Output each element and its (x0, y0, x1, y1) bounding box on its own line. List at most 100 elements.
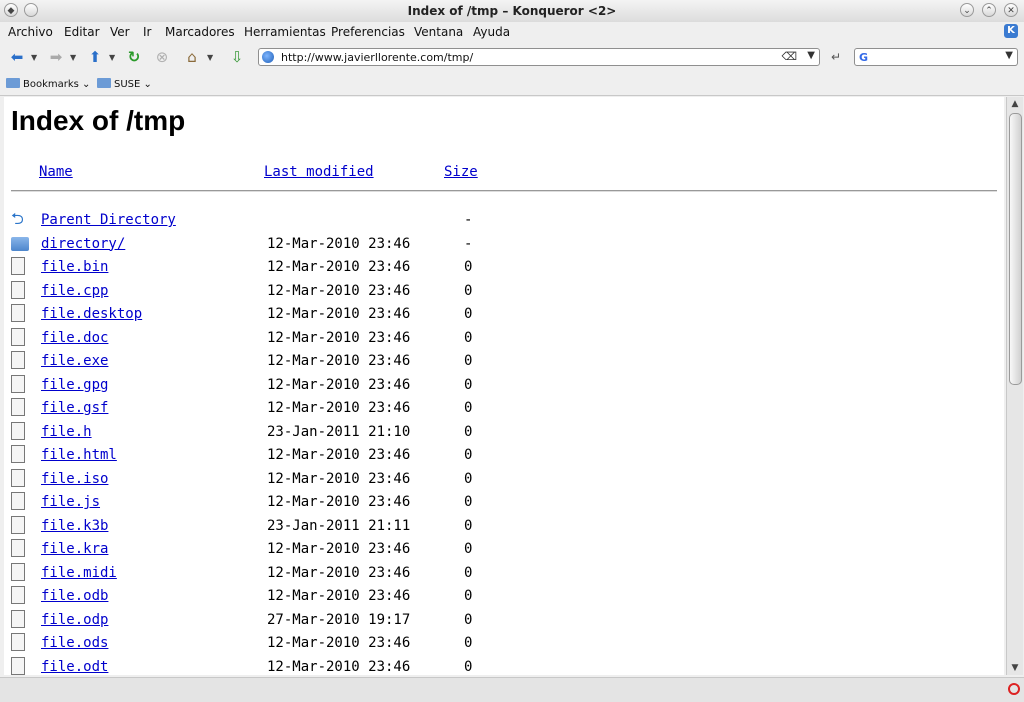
file-size: 0 (464, 423, 473, 440)
k3b-file-icon (11, 515, 29, 535)
scrollbar-thumb[interactable] (1009, 113, 1022, 385)
download-icon[interactable]: ⇩ (226, 48, 248, 66)
menu-editar[interactable]: Editar (64, 25, 100, 39)
web-search-box[interactable]: G ▼ (854, 48, 1018, 66)
file-link[interactable]: Parent Directory (41, 212, 176, 228)
file-size: 0 (464, 306, 473, 322)
bookmark-folder-suse[interactable]: SUSE ⌄ (97, 78, 152, 90)
scroll-down-icon[interactable]: ▼ (1007, 661, 1023, 675)
column-header-name[interactable]: Name (39, 164, 73, 180)
menu-bar: Archivo Editar Ver Ir Marcadores Herrami… (0, 22, 1024, 43)
file-link[interactable]: directory/ (41, 236, 125, 252)
menu-marcadores[interactable]: Marcadores (165, 25, 235, 39)
scroll-up-icon[interactable]: ▲ (1007, 97, 1023, 111)
up-arrow-icon[interactable]: ⬆ (84, 48, 106, 66)
file-link[interactable]: file.iso (41, 471, 108, 487)
bookmark-folder-bookmarks[interactable]: Bookmarks ⌄ (6, 78, 90, 90)
location-bar[interactable]: ⌫ ▼ (258, 48, 820, 66)
close-icon[interactable]: ✕ (1004, 3, 1018, 17)
search-dropdown-chevron-icon[interactable]: ▼ (1005, 50, 1013, 61)
table-row: file.kra 12-Mar-2010 23:46 0 (4, 538, 1004, 561)
file-size: 0 (464, 376, 473, 393)
file-link[interactable]: file.cpp (41, 283, 108, 299)
file-size: 0 (464, 470, 473, 487)
file-link[interactable]: file.gsf (41, 400, 108, 416)
file-link[interactable]: file.odp (41, 612, 108, 628)
file-link[interactable]: file.h (41, 424, 92, 440)
midi-file-icon (11, 562, 29, 582)
table-row: file.html 12-Mar-2010 23:46 0 (4, 444, 1004, 467)
file-link[interactable]: file.kra (41, 541, 108, 557)
table-row: ⮌ Parent Directory - (4, 209, 1004, 232)
back-arrow-icon[interactable]: ⬅ (6, 48, 28, 66)
file-link[interactable]: file.odt (41, 659, 108, 675)
minimize-icon[interactable]: ⌄ (960, 3, 974, 17)
column-header-size[interactable]: Size (444, 164, 478, 180)
url-dropdown-chevron-icon[interactable]: ▼ (807, 50, 815, 61)
file-link[interactable]: file.bin (41, 259, 108, 275)
column-header-last-modified[interactable]: Last modified (264, 164, 374, 180)
reload-icon[interactable]: ↻ (124, 48, 144, 66)
file-size: 0 (464, 611, 473, 628)
file-link[interactable]: file.js (41, 494, 100, 510)
table-row: file.ods 12-Mar-2010 23:46 0 (4, 632, 1004, 655)
table-row: file.k3b 23-Jan-2011 21:11 0 (4, 515, 1004, 538)
table-row: file.gsf 12-Mar-2010 23:46 0 (4, 397, 1004, 420)
menu-herramientas[interactable]: Herramientas (244, 25, 326, 39)
font-file-icon (11, 398, 29, 417)
file-link[interactable]: file.exe (41, 353, 108, 369)
menu-ver[interactable]: Ver (110, 25, 130, 39)
desktop-file-icon (11, 304, 29, 323)
file-size: 0 (464, 494, 473, 510)
modified-date: 12-Mar-2010 23:46 (267, 470, 411, 487)
ods-file-icon (11, 633, 29, 652)
menu-ayuda[interactable]: Ayuda (473, 25, 510, 39)
home-chevron-icon[interactable]: ▼ (207, 53, 213, 62)
status-bar (0, 677, 1024, 702)
file-link[interactable]: file.ods (41, 635, 108, 651)
header-divider (11, 190, 997, 192)
window-title: Index of /tmp – Konqueror <2> (407, 4, 617, 18)
file-size: 0 (464, 541, 473, 557)
file-link[interactable]: file.gpg (41, 377, 108, 393)
menu-ir[interactable]: Ir (143, 25, 151, 39)
modified-date: 12-Mar-2010 23:46 (267, 235, 411, 252)
file-size: 0 (464, 353, 473, 369)
maximize-icon[interactable]: ⌃ (982, 3, 996, 17)
file-size: 0 (464, 447, 473, 463)
title-bar: ◆ Index of /tmp – Konqueror <2> ⌄ ⌃ ✕ (0, 0, 1024, 23)
html-file-icon (11, 445, 29, 464)
table-row: file.odp 27-Mar-2010 19:17 0 (4, 609, 1004, 632)
vertical-scrollbar[interactable]: ▲ ▼ (1006, 97, 1023, 675)
modified-date: 12-Mar-2010 23:46 (267, 259, 411, 275)
menu-ventana[interactable]: Ventana (414, 25, 463, 39)
table-row: file.desktop 12-Mar-2010 23:46 0 (4, 303, 1004, 326)
file-link[interactable]: file.odb (41, 588, 108, 604)
menu-archivo[interactable]: Archivo (8, 25, 53, 39)
clear-url-icon[interactable]: ⌫ (781, 50, 797, 63)
odt-file-icon (11, 656, 29, 676)
modified-date: 12-Mar-2010 23:46 (267, 329, 411, 346)
table-row: file.cpp 12-Mar-2010 23:46 0 (4, 280, 1004, 303)
back-history-chevron-icon[interactable]: ▼ (31, 53, 37, 62)
modified-date: 12-Mar-2010 23:46 (267, 353, 411, 369)
forward-history-chevron-icon[interactable]: ▼ (70, 53, 76, 62)
menu-preferencias[interactable]: Preferencias (331, 25, 405, 39)
modified-date: 12-Mar-2010 23:46 (267, 447, 411, 463)
file-link[interactable]: file.html (41, 447, 117, 463)
file-size: 0 (464, 400, 473, 416)
home-icon[interactable]: ⌂ (182, 48, 202, 66)
file-link[interactable]: file.doc (41, 330, 108, 346)
stop-icon[interactable]: ⊗ (152, 48, 172, 66)
file-link[interactable]: file.midi (41, 565, 117, 581)
odp-file-icon (11, 609, 29, 629)
go-icon[interactable]: ↵ (828, 48, 844, 66)
up-chevron-icon[interactable]: ▼ (109, 53, 115, 62)
search-engine-icon[interactable]: G (859, 51, 868, 64)
table-row: file.bin 12-Mar-2010 23:46 0 (4, 256, 1004, 279)
modified-date: 12-Mar-2010 23:46 (267, 541, 411, 557)
forward-arrow-icon[interactable]: ➡ (45, 48, 67, 66)
url-input[interactable] (281, 50, 781, 64)
file-link[interactable]: file.desktop (41, 306, 142, 322)
file-link[interactable]: file.k3b (41, 518, 108, 534)
